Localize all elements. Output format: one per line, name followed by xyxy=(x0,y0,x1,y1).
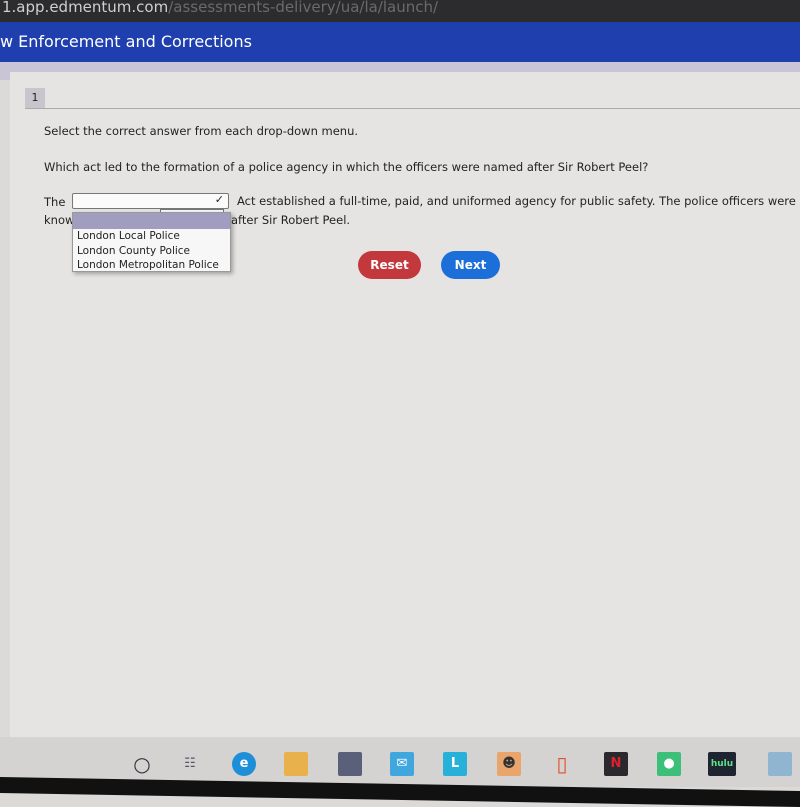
dropdown-act[interactable]: ✓ xyxy=(72,193,229,209)
option-blank[interactable] xyxy=(73,213,230,229)
course-header: w Enforcement and Corrections xyxy=(0,22,800,62)
sentence-continued: Act established a full-time, paid, and u… xyxy=(237,194,796,208)
question-number: 1 xyxy=(25,88,45,108)
option-london-local-police[interactable]: London Local Police xyxy=(73,229,230,244)
search-icon[interactable]: ○ xyxy=(130,752,154,776)
url-host: 1.app.edmentum.com xyxy=(2,0,169,16)
l-app-icon[interactable]: L xyxy=(443,752,467,776)
hulu-icon[interactable]: hulu xyxy=(708,752,736,776)
app-icon[interactable]: ☻ xyxy=(497,752,521,776)
option-london-metropolitan-police[interactable]: London Metropolitan Police xyxy=(73,258,230,273)
url-bar[interactable]: 1.app.edmentum.com/assessments-delivery/… xyxy=(0,0,800,22)
edge-icon[interactable]: e xyxy=(232,752,256,776)
next-button[interactable]: Next xyxy=(441,251,500,279)
instruction-text: Select the correct answer from each drop… xyxy=(44,124,359,138)
divider xyxy=(25,108,800,109)
task-view-icon[interactable]: ☷ xyxy=(178,752,202,776)
option-london-county-police[interactable]: London County Police xyxy=(73,244,230,259)
sentence-end: after Sir Robert Peel. xyxy=(231,213,351,227)
sentence-line2-start: know xyxy=(44,213,75,227)
chevron-down-icon: ✓ xyxy=(214,193,224,206)
course-title: w Enforcement and Corrections xyxy=(0,32,252,51)
mail-icon[interactable]: ✉ xyxy=(390,752,414,776)
store-icon[interactable] xyxy=(338,752,362,776)
url-path: /assessments-delivery/ua/la/launch/ xyxy=(168,0,439,16)
spotify-icon[interactable]: ● xyxy=(657,752,681,776)
netflix-icon[interactable]: N xyxy=(604,752,628,776)
dropdown-options-list: London Local Police London County Police… xyxy=(72,212,231,272)
installer-icon[interactable] xyxy=(768,752,792,776)
reset-button[interactable]: Reset xyxy=(358,251,421,279)
question-prompt: Which act led to the formation of a poli… xyxy=(44,160,649,174)
office-icon[interactable]: ▯ xyxy=(550,752,574,776)
sentence-start: The xyxy=(44,195,66,209)
file-explorer-icon[interactable] xyxy=(284,752,308,776)
